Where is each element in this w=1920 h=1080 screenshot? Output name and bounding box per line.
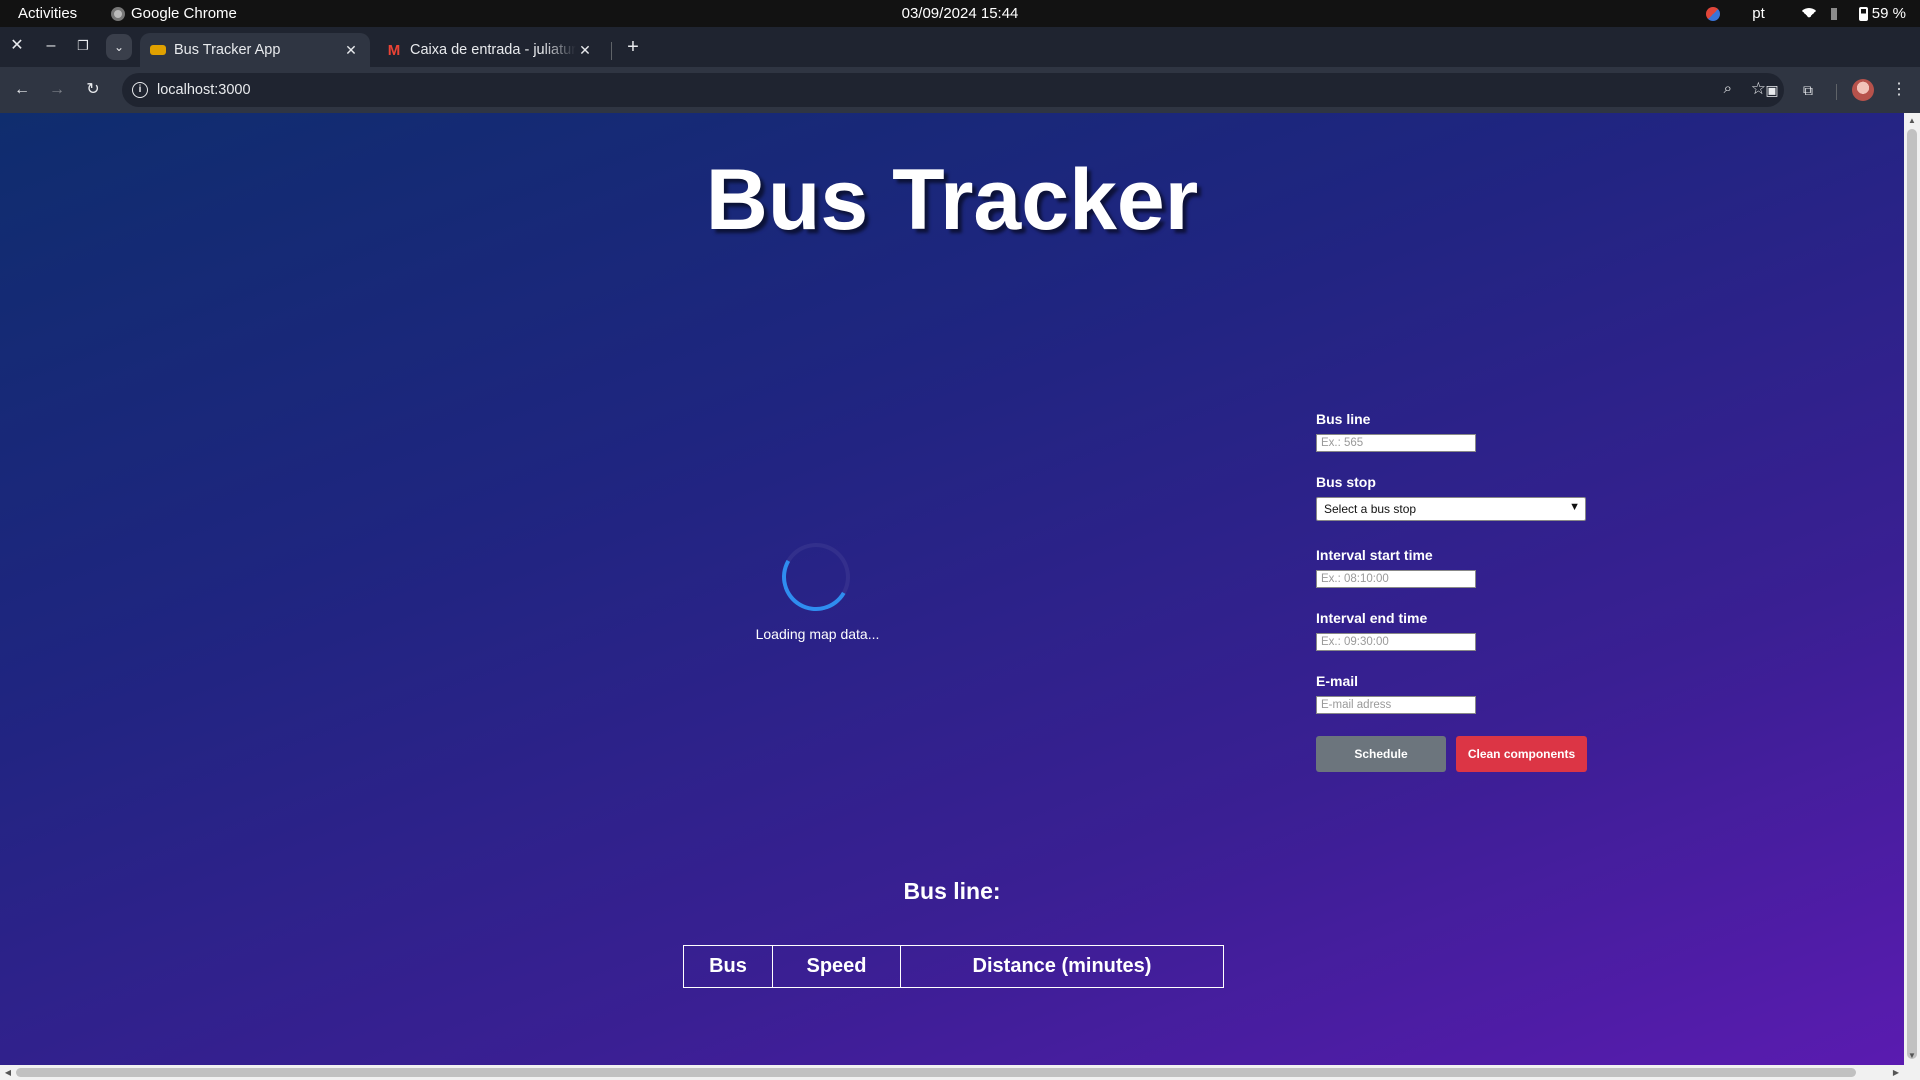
email-input[interactable]: [1316, 696, 1476, 714]
volume-muted-icon: [1830, 7, 1845, 20]
forward-arrow-icon[interactable]: →: [45, 78, 69, 102]
page-title: Bus Tracker: [705, 152, 1199, 248]
minimize-window-icon[interactable]: –: [40, 35, 62, 57]
column-header-bus: Bus: [683, 945, 773, 988]
system-tray[interactable]: pt 59 %: [1706, 5, 1906, 22]
url-text[interactable]: localhost:3000: [157, 82, 251, 98]
battery-indicator: 59 %: [1858, 5, 1906, 22]
restore-window-icon[interactable]: ❐: [72, 35, 94, 57]
wifi-icon: [1800, 7, 1817, 20]
email-field: E-mail: [1316, 673, 1588, 714]
bus-stop-label: Bus stop: [1316, 474, 1376, 490]
horizontal-scrollbar[interactable]: ◀ ▶: [0, 1065, 1904, 1080]
toolbar-separator: [1836, 84, 1837, 100]
screen-recorder-icon[interactable]: [1706, 6, 1721, 21]
map-loading-text: Loading map data...: [755, 626, 880, 642]
scroll-left-arrow-icon[interactable]: ◀: [0, 1065, 16, 1080]
system-top-bar: Activities Google Chrome 03/09/2024 15:4…: [0, 0, 1920, 27]
picture-in-picture-icon[interactable]: ▣: [1760, 78, 1784, 102]
tab-gmail[interactable]: M Caixa de entrada - juliatura ✕: [376, 33, 604, 67]
bus-stop-selected-value: Select a bus stop: [1324, 502, 1417, 516]
tab-bus-tracker[interactable]: Bus Tracker App ✕: [140, 33, 370, 67]
new-tab-plus-icon[interactable]: +: [619, 34, 647, 60]
tab-close-icon[interactable]: ✕: [576, 42, 594, 59]
column-header-distance: Distance (minutes): [900, 945, 1224, 988]
reload-icon[interactable]: ↻: [81, 78, 105, 102]
end-time-label: Interval end time: [1316, 610, 1428, 626]
battery-percent: 59 %: [1871, 5, 1906, 22]
clean-components-button[interactable]: Clean components: [1456, 736, 1587, 772]
start-time-label: Interval start time: [1316, 547, 1433, 563]
scroll-down-arrow-icon[interactable]: ▼: [1904, 1048, 1920, 1064]
site-info-icon[interactable]: i: [132, 82, 148, 98]
tab-title: Bus Tracker App: [174, 42, 281, 58]
gmail-icon: M: [387, 41, 401, 59]
browser-toolbar: ← → ↻ i localhost:3000 ⌕ ☆ ▣ ⧉ ⋮: [0, 67, 1920, 113]
chevron-down-icon: ▼: [1569, 501, 1580, 513]
bus-line-input[interactable]: [1316, 434, 1476, 452]
form-buttons: Schedule Clean components: [1316, 736, 1588, 772]
profile-avatar[interactable]: [1852, 79, 1874, 101]
close-window-icon[interactable]: ✕: [6, 35, 28, 57]
vertical-scroll-thumb[interactable]: [1907, 129, 1917, 1059]
table-header-row: Bus Speed Distance (minutes): [683, 945, 1224, 988]
clock[interactable]: 03/09/2024 15:44: [0, 5, 1920, 22]
bus-line-field: Bus line: [1316, 411, 1588, 452]
horizontal-scroll-thumb[interactable]: [16, 1068, 1856, 1077]
scroll-up-arrow-icon[interactable]: ▲: [1904, 113, 1920, 129]
address-bar[interactable]: i localhost:3000 ⌕ ☆: [122, 73, 1784, 107]
loading-spinner-icon: [774, 535, 858, 619]
end-time-input[interactable]: [1316, 633, 1476, 651]
start-time-input[interactable]: [1316, 570, 1476, 588]
tab-title: Caixa de entrada - juliatura: [410, 42, 576, 58]
tab-search-chevron-icon[interactable]: ⌄: [106, 34, 132, 60]
bus-line-heading: Bus line:: [903, 878, 1001, 904]
tab-close-icon[interactable]: ✕: [342, 42, 360, 59]
bus-results-table: Bus Speed Distance (minutes): [683, 945, 1224, 988]
page-viewport: Bus Tracker Loading map data... Bus line…: [0, 113, 1904, 1065]
schedule-button[interactable]: Schedule: [1316, 736, 1446, 772]
bus-line-label: Bus line: [1316, 411, 1371, 427]
bus-stop-select[interactable]: Select a bus stop ▼: [1316, 497, 1586, 521]
vertical-scrollbar[interactable]: ▲ ▼: [1904, 113, 1920, 1080]
back-arrow-icon[interactable]: ←: [10, 78, 34, 102]
start-time-field: Interval start time: [1316, 547, 1588, 588]
tab-separator: [611, 42, 612, 60]
keyboard-language[interactable]: pt: [1752, 5, 1765, 22]
schedule-form: Bus line Bus stop Select a bus stop ▼ In…: [1316, 411, 1588, 772]
end-time-field: Interval end time: [1316, 610, 1588, 651]
bus-icon: [150, 45, 166, 55]
battery-icon: [1858, 6, 1868, 21]
zoom-magnifier-icon[interactable]: ⌕: [1724, 80, 1732, 97]
kebab-menu-icon[interactable]: ⋮: [1887, 78, 1911, 102]
bus-stop-field: Bus stop Select a bus stop ▼: [1316, 474, 1588, 521]
tab-strip: ✕ – ❐ ⌄ Bus Tracker App ✕ M Caixa de ent…: [0, 27, 1920, 67]
column-header-speed: Speed: [772, 945, 901, 988]
scroll-right-arrow-icon[interactable]: ▶: [1888, 1065, 1904, 1080]
extensions-puzzle-icon[interactable]: ⧉: [1796, 78, 1820, 102]
email-label: E-mail: [1316, 673, 1359, 689]
